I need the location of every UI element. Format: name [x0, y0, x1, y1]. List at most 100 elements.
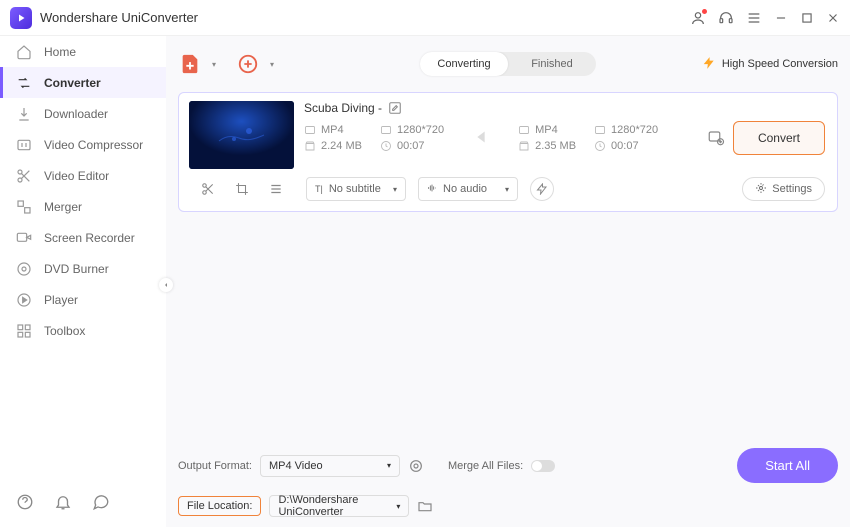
chevron-down-icon[interactable]: ▾ [212, 60, 216, 69]
status-tabs: Converting Finished [420, 52, 596, 76]
effects-icon[interactable] [269, 182, 283, 196]
output-settings-icon[interactable] [408, 458, 424, 474]
grid-icon [16, 323, 32, 339]
audio-icon [427, 183, 437, 196]
merge-icon [16, 199, 32, 215]
gear-icon [755, 182, 767, 197]
sidebar-item-merger[interactable]: Merger [0, 191, 166, 222]
play-icon [16, 292, 32, 308]
high-speed-label: High Speed Conversion [722, 58, 838, 70]
start-all-button[interactable]: Start All [737, 448, 838, 483]
sidebar-collapse-button[interactable] [159, 278, 173, 292]
output-format-value: MP4 Video [269, 460, 323, 472]
subtitle-value: No subtitle [329, 183, 381, 195]
dst-duration: 00:07 [611, 140, 639, 152]
sidebar-item-label: Video Editor [44, 169, 109, 183]
sidebar-item-player[interactable]: Player [0, 284, 166, 315]
sidebar-item-videocompressor[interactable]: Video Compressor [0, 129, 166, 160]
file-location-label: File Location: [178, 496, 261, 516]
scissors-icon [16, 168, 32, 184]
account-icon[interactable] [690, 10, 706, 26]
high-speed-toggle[interactable]: High Speed Conversion [702, 56, 838, 73]
dst-format: MP4 [535, 124, 558, 136]
sidebar-item-downloader[interactable]: Downloader [0, 98, 166, 129]
filesize-icon [304, 140, 316, 152]
minimize-button[interactable] [774, 11, 788, 25]
output-format-label: Output Format: [178, 460, 252, 472]
duration-icon [380, 140, 392, 152]
audio-value: No audio [443, 183, 487, 195]
sidebar-item-toolbox[interactable]: Toolbox [0, 315, 166, 346]
open-folder-icon[interactable] [417, 498, 433, 514]
sidebar-item-label: Toolbox [44, 324, 85, 338]
src-resolution: 1280*720 [397, 124, 444, 136]
video-thumbnail[interactable] [189, 101, 294, 169]
video-format-icon [304, 124, 316, 136]
sidebar: Home Converter Downloader Video Compress… [0, 36, 166, 527]
sidebar-item-label: Merger [44, 200, 82, 214]
crop-icon[interactable] [235, 182, 249, 196]
sidebar-item-label: Downloader [44, 107, 108, 121]
close-button[interactable] [826, 11, 840, 25]
resolution-icon [594, 124, 606, 136]
sidebar-item-label: Home [44, 45, 76, 59]
dst-size: 2.35 MB [535, 140, 576, 152]
src-size: 2.24 MB [321, 140, 362, 152]
home-icon [16, 44, 32, 60]
tab-finished[interactable]: Finished [508, 52, 596, 76]
record-icon [16, 230, 32, 246]
chevron-down-icon: ▾ [396, 502, 400, 511]
edit-title-button[interactable] [388, 101, 402, 115]
maximize-button[interactable] [800, 11, 814, 25]
arrow-icon [470, 126, 492, 151]
sidebar-item-label: Screen Recorder [44, 231, 135, 245]
sidebar-item-label: Player [44, 293, 78, 307]
convert-button[interactable]: Convert [733, 121, 825, 155]
dst-resolution: 1280*720 [611, 124, 658, 136]
subtitle-icon: T| [315, 184, 323, 194]
src-format: MP4 [321, 124, 344, 136]
sidebar-item-dvdburner[interactable]: DVD Burner [0, 253, 166, 284]
merge-toggle[interactable] [531, 460, 555, 472]
chevron-down-icon[interactable]: ▾ [270, 60, 274, 69]
video-format-icon [518, 124, 530, 136]
settings-button[interactable]: Settings [742, 177, 825, 201]
menu-icon[interactable] [746, 10, 762, 26]
feedback-icon[interactable] [92, 493, 110, 511]
preview-button[interactable] [530, 177, 554, 201]
compress-icon [16, 137, 32, 153]
add-file-button[interactable] [178, 52, 202, 76]
bell-icon[interactable] [54, 493, 72, 511]
trim-icon[interactable] [201, 182, 215, 196]
file-card: Scuba Diving - MP4 1280*720 2.24 MB 00:0… [178, 92, 838, 212]
help-icon[interactable] [16, 493, 34, 511]
output-format-select[interactable]: MP4 Video ▾ [260, 455, 400, 477]
file-location-select[interactable]: D:\Wondershare UniConverter ▾ [269, 495, 409, 517]
content: ▾ ▾ Converting Finished High Speed Conve… [166, 36, 850, 527]
tab-converting[interactable]: Converting [420, 52, 508, 76]
file-location-value: D:\Wondershare UniConverter [278, 494, 396, 518]
chevron-down-icon: ▾ [387, 461, 391, 470]
settings-label: Settings [772, 183, 812, 195]
app-logo [10, 7, 32, 29]
sidebar-item-home[interactable]: Home [0, 36, 166, 67]
audio-select[interactable]: No audio ▾ [418, 177, 518, 201]
duration-icon [594, 140, 606, 152]
output-config-button[interactable] [707, 129, 725, 147]
sidebar-item-screenrecorder[interactable]: Screen Recorder [0, 222, 166, 253]
app-title: Wondershare UniConverter [40, 10, 198, 25]
headset-icon[interactable] [718, 10, 734, 26]
add-url-button[interactable] [236, 52, 260, 76]
filesize-icon [518, 140, 530, 152]
sidebar-item-converter[interactable]: Converter [0, 67, 166, 98]
sidebar-item-videoeditor[interactable]: Video Editor [0, 160, 166, 191]
sidebar-item-label: Video Compressor [44, 138, 143, 152]
resolution-icon [380, 124, 392, 136]
chevron-down-icon: ▾ [393, 185, 397, 194]
file-title: Scuba Diving - [304, 101, 382, 115]
src-duration: 00:07 [397, 140, 425, 152]
chevron-down-icon: ▾ [505, 185, 509, 194]
merge-label: Merge All Files: [448, 460, 523, 472]
subtitle-select[interactable]: T| No subtitle ▾ [306, 177, 406, 201]
download-icon [16, 106, 32, 122]
